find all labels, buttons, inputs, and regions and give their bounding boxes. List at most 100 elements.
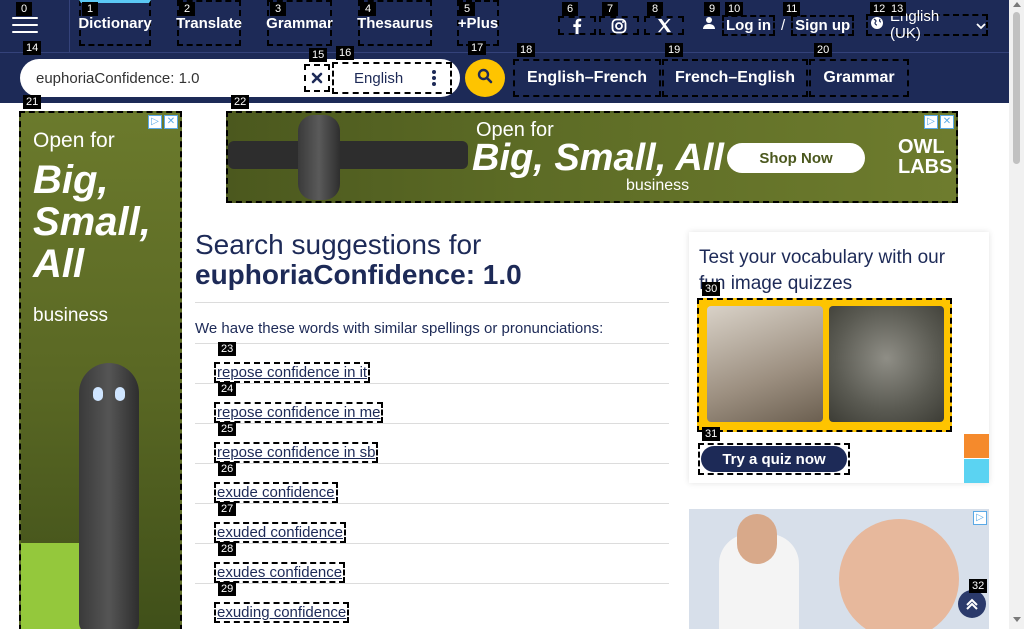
element-index-badge: 5 (459, 2, 475, 16)
language-selector[interactable]: English (UK) (866, 8, 988, 42)
element-index-badge: 21 (23, 95, 42, 109)
element-index-badge: 17 (468, 41, 487, 55)
element-index-badge: 11 (783, 2, 801, 16)
suggestion-link[interactable]: repose confidence in it (214, 362, 371, 383)
scrollbar-thumb[interactable] (1013, 12, 1020, 164)
x-twitter-icon[interactable] (644, 16, 684, 35)
try-quiz-button[interactable]: Try a quiz now (698, 443, 850, 475)
ad-headline: Big, Small, All (33, 158, 151, 286)
ad-text: business (626, 177, 690, 194)
list-item: repose confidence in it (195, 343, 669, 383)
element-index-badge: 22 (231, 95, 250, 109)
signup-link[interactable]: Sign up (791, 14, 855, 36)
ad-shop-now-button[interactable]: Shop Now (727, 143, 865, 173)
bottom-advertisement[interactable]: ▷ (689, 509, 989, 629)
try-quiz-label: Try a quiz now (701, 446, 847, 472)
scroll-up-arrow-icon[interactable] (1013, 2, 1021, 7)
search-query: euphoriaConfidence: 1.0 (195, 259, 522, 290)
ad-product-image (79, 363, 139, 629)
divider (195, 302, 669, 303)
scroll-down-arrow-icon[interactable] (1013, 617, 1021, 622)
feedback-tab[interactable] (964, 459, 989, 483)
quiz-promo: Test your vocabulary with our fun image … (689, 232, 989, 483)
list-item: repose confidence in sb (195, 423, 669, 463)
ad-choices-icon[interactable]: ▷ ✕ (924, 115, 954, 129)
scroll-to-top-button[interactable] (958, 590, 986, 618)
element-index-badge: 10 (725, 2, 744, 16)
element-index-badge: 27 (218, 502, 237, 516)
search-button[interactable] (465, 59, 505, 97)
main-content: Search suggestions for euphoriaConfidenc… (195, 230, 669, 623)
element-index-badge: 28 (218, 542, 237, 556)
intro-text: We have these words with similar spellin… (195, 320, 604, 337)
list-item: exuded confidence (195, 503, 669, 543)
quiz-image-link[interactable] (697, 298, 952, 432)
element-index-badge: 18 (517, 43, 536, 57)
page-title: Search suggestions for euphoriaConfidenc… (195, 230, 669, 290)
element-index-badge: 13 (888, 2, 907, 16)
element-index-badge: 9 (704, 2, 720, 16)
login-link[interactable]: Log in (722, 14, 775, 36)
ad-choices-icon[interactable]: ▷ (973, 511, 987, 525)
page-scrollbar[interactable] (1009, 0, 1024, 629)
element-index-badge: 30 (702, 282, 721, 296)
element-index-badge: 26 (218, 462, 237, 476)
side-advertisement[interactable]: Open for Big, Small, All business ▷ ✕ (19, 111, 182, 629)
element-index-badge: 31 (702, 427, 721, 441)
search-input[interactable] (36, 67, 306, 89)
ad-decoration (228, 141, 468, 169)
banner-advertisement[interactable]: Open for Big, Small, All business Shop N… (226, 111, 958, 203)
feedback-tab[interactable] (964, 434, 989, 458)
dictionary-select-value: English (354, 69, 404, 87)
ad-text: business (33, 305, 108, 326)
search-icon (477, 68, 493, 89)
element-index-badge: 19 (665, 43, 684, 57)
list-item: repose confidence in me (195, 383, 669, 423)
element-index-badge: 23 (218, 342, 237, 356)
facebook-icon[interactable] (558, 16, 596, 35)
ad-image (737, 514, 777, 564)
element-index-badge: 20 (814, 43, 833, 57)
element-index-badge: 3 (270, 2, 286, 16)
ad-product-image (298, 115, 340, 200)
quiz-title: Test your vocabulary with our fun image … (699, 247, 946, 294)
element-index-badge: 7 (602, 2, 618, 16)
login-separator: / (781, 16, 786, 34)
element-index-badge: 15 (309, 48, 328, 62)
divider (69, 0, 70, 52)
instagram-icon[interactable] (599, 16, 639, 35)
element-index-badge: 0 (16, 2, 32, 16)
pill-grammar[interactable]: Grammar (809, 59, 909, 97)
list-item: exude confidence (195, 463, 669, 503)
seal-image (829, 306, 944, 422)
pill-french-english[interactable]: French–English (662, 59, 808, 97)
ad-headline: Big, Small, All (472, 137, 724, 179)
suggestion-link[interactable]: exuded confidence (214, 522, 346, 543)
element-index-badge: 29 (218, 582, 237, 596)
suggestion-link[interactable]: exudes confidence (214, 562, 346, 583)
element-index-badge: 16 (336, 46, 355, 60)
pill-english-french[interactable]: English–French (513, 59, 661, 97)
account-links: Log in / Sign up (702, 14, 855, 36)
suggestion-link[interactable]: repose confidence in sb (214, 442, 379, 463)
clear-search-icon[interactable] (304, 64, 330, 92)
dictionary-select[interactable]: English (332, 62, 452, 94)
element-index-badge: 24 (218, 382, 237, 396)
suggestion-link[interactable]: repose confidence in me (214, 402, 384, 423)
header-divider (0, 52, 1009, 53)
list-item: exuding confidence (195, 583, 669, 623)
chevron-down-icon (976, 17, 986, 34)
ad-image (839, 519, 959, 629)
element-index-badge: 8 (647, 2, 663, 16)
suggestion-list: repose confidence in it repose confidenc… (195, 343, 669, 623)
user-icon (702, 16, 716, 34)
element-index-badge: 14 (23, 41, 42, 55)
ad-decoration (21, 543, 81, 629)
ad-choices-icon[interactable]: ▷ ✕ (148, 115, 178, 129)
more-options-icon (432, 70, 436, 86)
element-index-badge: 6 (562, 2, 578, 16)
suggestion-link[interactable]: exuding confidence (214, 602, 350, 623)
hippo-image (707, 306, 824, 422)
list-item: exudes confidence (195, 543, 669, 583)
suggestion-link[interactable]: exude confidence (214, 482, 338, 503)
